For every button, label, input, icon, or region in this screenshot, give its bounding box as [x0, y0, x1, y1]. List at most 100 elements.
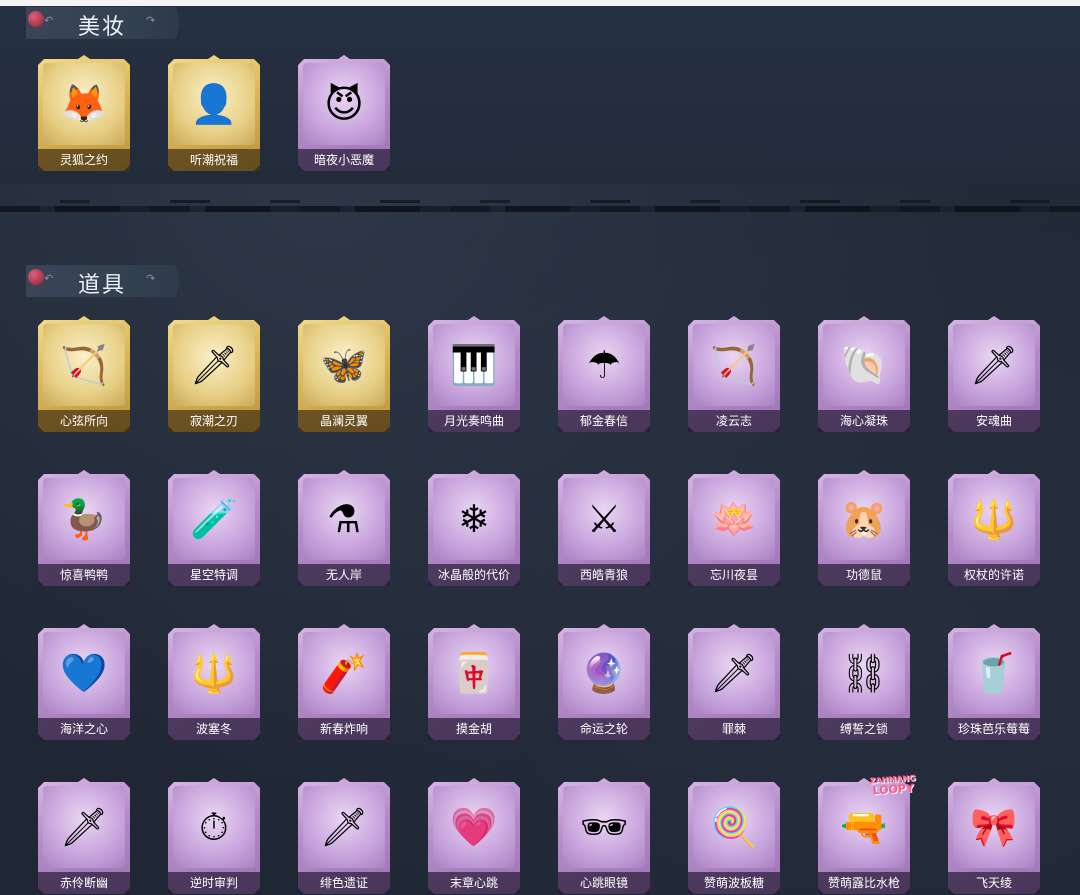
bow-icon: 🏹	[60, 343, 108, 387]
firecracker-icon: 🧨	[320, 651, 368, 695]
blade-icon: 🗡	[969, 343, 1019, 387]
spear-icon: 🗡	[709, 651, 759, 695]
item-label: 命运之轮	[558, 718, 650, 740]
item-card[interactable]: 🗡 安魂曲	[948, 316, 1040, 432]
inventory-page: ↶ 美妆 ↷ ↶ 道具 ↷ 🦊 灵狐之约 👤 听潮祝福 😈 暗夜小恶魔 🏹 心弦所向 🗡 寂潮之…	[0, 0, 1080, 895]
item-label: 赞萌露比水枪	[818, 872, 910, 894]
item-label: 晶澜灵翼	[298, 410, 390, 432]
item-card[interactable]: 🀄 摸金胡	[428, 624, 520, 740]
item-card[interactable]: 🎀 飞天绫	[948, 778, 1040, 894]
item-card[interactable]: ⚔ 西皓青狼	[558, 470, 650, 586]
item-card[interactable]: 🔱 权杖的许诺	[948, 470, 1040, 586]
water-gun-icon: 🔫	[840, 805, 888, 849]
item-card[interactable]: ⏱ 逆时审判	[168, 778, 260, 894]
item-label: 无人岸	[298, 564, 390, 586]
curl-left-icon: ↶	[44, 14, 54, 27]
pin-icon	[28, 11, 44, 27]
item-label: 海洋之心	[38, 718, 130, 740]
item-label: 罪棘	[688, 718, 780, 740]
item-card[interactable]: 🎹 月光奏鸣曲	[428, 316, 520, 432]
mahjong-tile-icon: 🀄	[450, 651, 498, 695]
drink-cup-icon: 🥤	[970, 651, 1018, 695]
item-card[interactable]: 🐚 海心凝珠	[818, 316, 910, 432]
item-card[interactable]: 🦆 惊喜鸭鸭	[38, 470, 130, 586]
wing-avatar-icon: 👤	[190, 82, 238, 126]
shell-pearl-icon: 🐚	[840, 343, 888, 387]
item-card[interactable]: ☂ 郁金春信	[558, 316, 650, 432]
perfume-bottle-icon: ⚗	[326, 497, 362, 541]
chain-staff-icon: ⚔	[586, 497, 622, 541]
item-label: 心弦所向	[38, 410, 130, 432]
item-label: 波塞冬	[168, 718, 260, 740]
item-card[interactable]: 🧨 新春炸响	[298, 624, 390, 740]
wheel-icon: 🔮	[580, 651, 628, 695]
item-card[interactable]: 🕶 心跳眼镜	[558, 778, 650, 894]
item-label: 末章心跳	[428, 872, 520, 894]
heart-necklace-icon: 💙	[60, 651, 108, 695]
item-card[interactable]: ❄ 冰晶般的代价	[428, 470, 520, 586]
item-label: 海心凝珠	[818, 410, 910, 432]
item-card[interactable]: 🧪 星空特调	[168, 470, 260, 586]
ice-lotus-icon: ❄	[458, 497, 490, 541]
item-card[interactable]: 🗡 赤伶断幽	[38, 778, 130, 894]
item-card[interactable]: 😈 暗夜小恶魔	[298, 55, 390, 171]
item-card[interactable]: 🏹 凌云志	[688, 316, 780, 432]
item-card[interactable]: 🏹 心弦所向	[38, 316, 130, 432]
item-card[interactable]: 💙 海洋之心	[38, 624, 130, 740]
item-card[interactable]: 🪷 忘川夜昙	[688, 470, 780, 586]
item-label: 凌云志	[688, 410, 780, 432]
section-header-props: ↶ 道具 ↷	[26, 265, 180, 298]
item-card[interactable]: 🔱 波塞冬	[168, 624, 260, 740]
item-label: 灵狐之约	[38, 149, 130, 171]
zanmang-loopy-watermark: ZANMANG LOOPY	[869, 773, 916, 798]
section-header-cosmetics: ↶ 美妆 ↷	[26, 7, 180, 40]
item-card[interactable]: 🗡 罪棘	[688, 624, 780, 740]
item-card[interactable]: 💗 末章心跳	[428, 778, 520, 894]
duck-box-icon: 🦆	[60, 497, 108, 541]
heart-glasses-icon: 🕶	[579, 805, 629, 849]
item-label: 安魂曲	[948, 410, 1040, 432]
fox-ear-avatar-icon: 🦊	[60, 82, 108, 126]
item-card[interactable]: 🦊 灵狐之约	[38, 55, 130, 171]
pin-icon	[28, 269, 44, 285]
item-label: 西皓青狼	[558, 564, 650, 586]
piano-icon: 🎹	[450, 343, 498, 387]
item-label: 惊喜鸭鸭	[38, 564, 130, 586]
item-label: 绯色遗证	[298, 872, 390, 894]
item-label: 飞天绫	[948, 872, 1040, 894]
item-card[interactable]: ⛓ 缚誓之锁	[818, 624, 910, 740]
item-card[interactable]: 🗡 寂潮之刃	[168, 316, 260, 432]
item-label: 赤伶断幽	[38, 872, 130, 894]
item-label: 摸金胡	[428, 718, 520, 740]
item-card[interactable]: 👤 听潮祝福	[168, 55, 260, 171]
section-title: 道具	[78, 273, 127, 298]
item-card[interactable]: 🗡 绯色遗证	[298, 778, 390, 894]
trident-icon: 🔱	[190, 651, 238, 695]
item-card[interactable]: 🐹 功德鼠	[818, 470, 910, 586]
heart-wand-icon: 💗	[450, 805, 498, 849]
crystal-wings-icon: 🦋	[320, 343, 368, 387]
curl-right-icon: ↷	[146, 272, 156, 285]
lollipop-icon: 🍭	[710, 805, 758, 849]
rapier-icon: 🗡	[319, 805, 369, 849]
item-label: 逆时审判	[168, 872, 260, 894]
scepter-icon: 🔱	[970, 497, 1018, 541]
item-label: 赞萌波板糖	[688, 872, 780, 894]
item-card[interactable]: 🔮 命运之轮	[558, 624, 650, 740]
item-label: 月光奏鸣曲	[428, 410, 520, 432]
item-card[interactable]: 🥤 珍珠芭乐莓莓	[948, 624, 1040, 740]
item-label: 缚誓之锁	[818, 718, 910, 740]
item-card[interactable]: 🍭 赞萌波板糖	[688, 778, 780, 894]
hamster-icon: 🐹	[840, 497, 888, 541]
section-title: 美妆	[78, 15, 127, 40]
item-card[interactable]: ⚗ 无人岸	[298, 470, 390, 586]
item-label: 新春炸响	[298, 718, 390, 740]
item-label: 功德鼠	[818, 564, 910, 586]
item-label: 权杖的许诺	[948, 564, 1040, 586]
lotus-icon: 🪷	[710, 497, 758, 541]
item-card[interactable]: 🦋 晶澜灵翼	[298, 316, 390, 432]
chain-icon: ⛓	[839, 651, 889, 695]
bottle-icon: 🧪	[190, 497, 238, 541]
curl-right-icon: ↷	[146, 14, 156, 27]
item-label: 暗夜小恶魔	[298, 149, 390, 171]
